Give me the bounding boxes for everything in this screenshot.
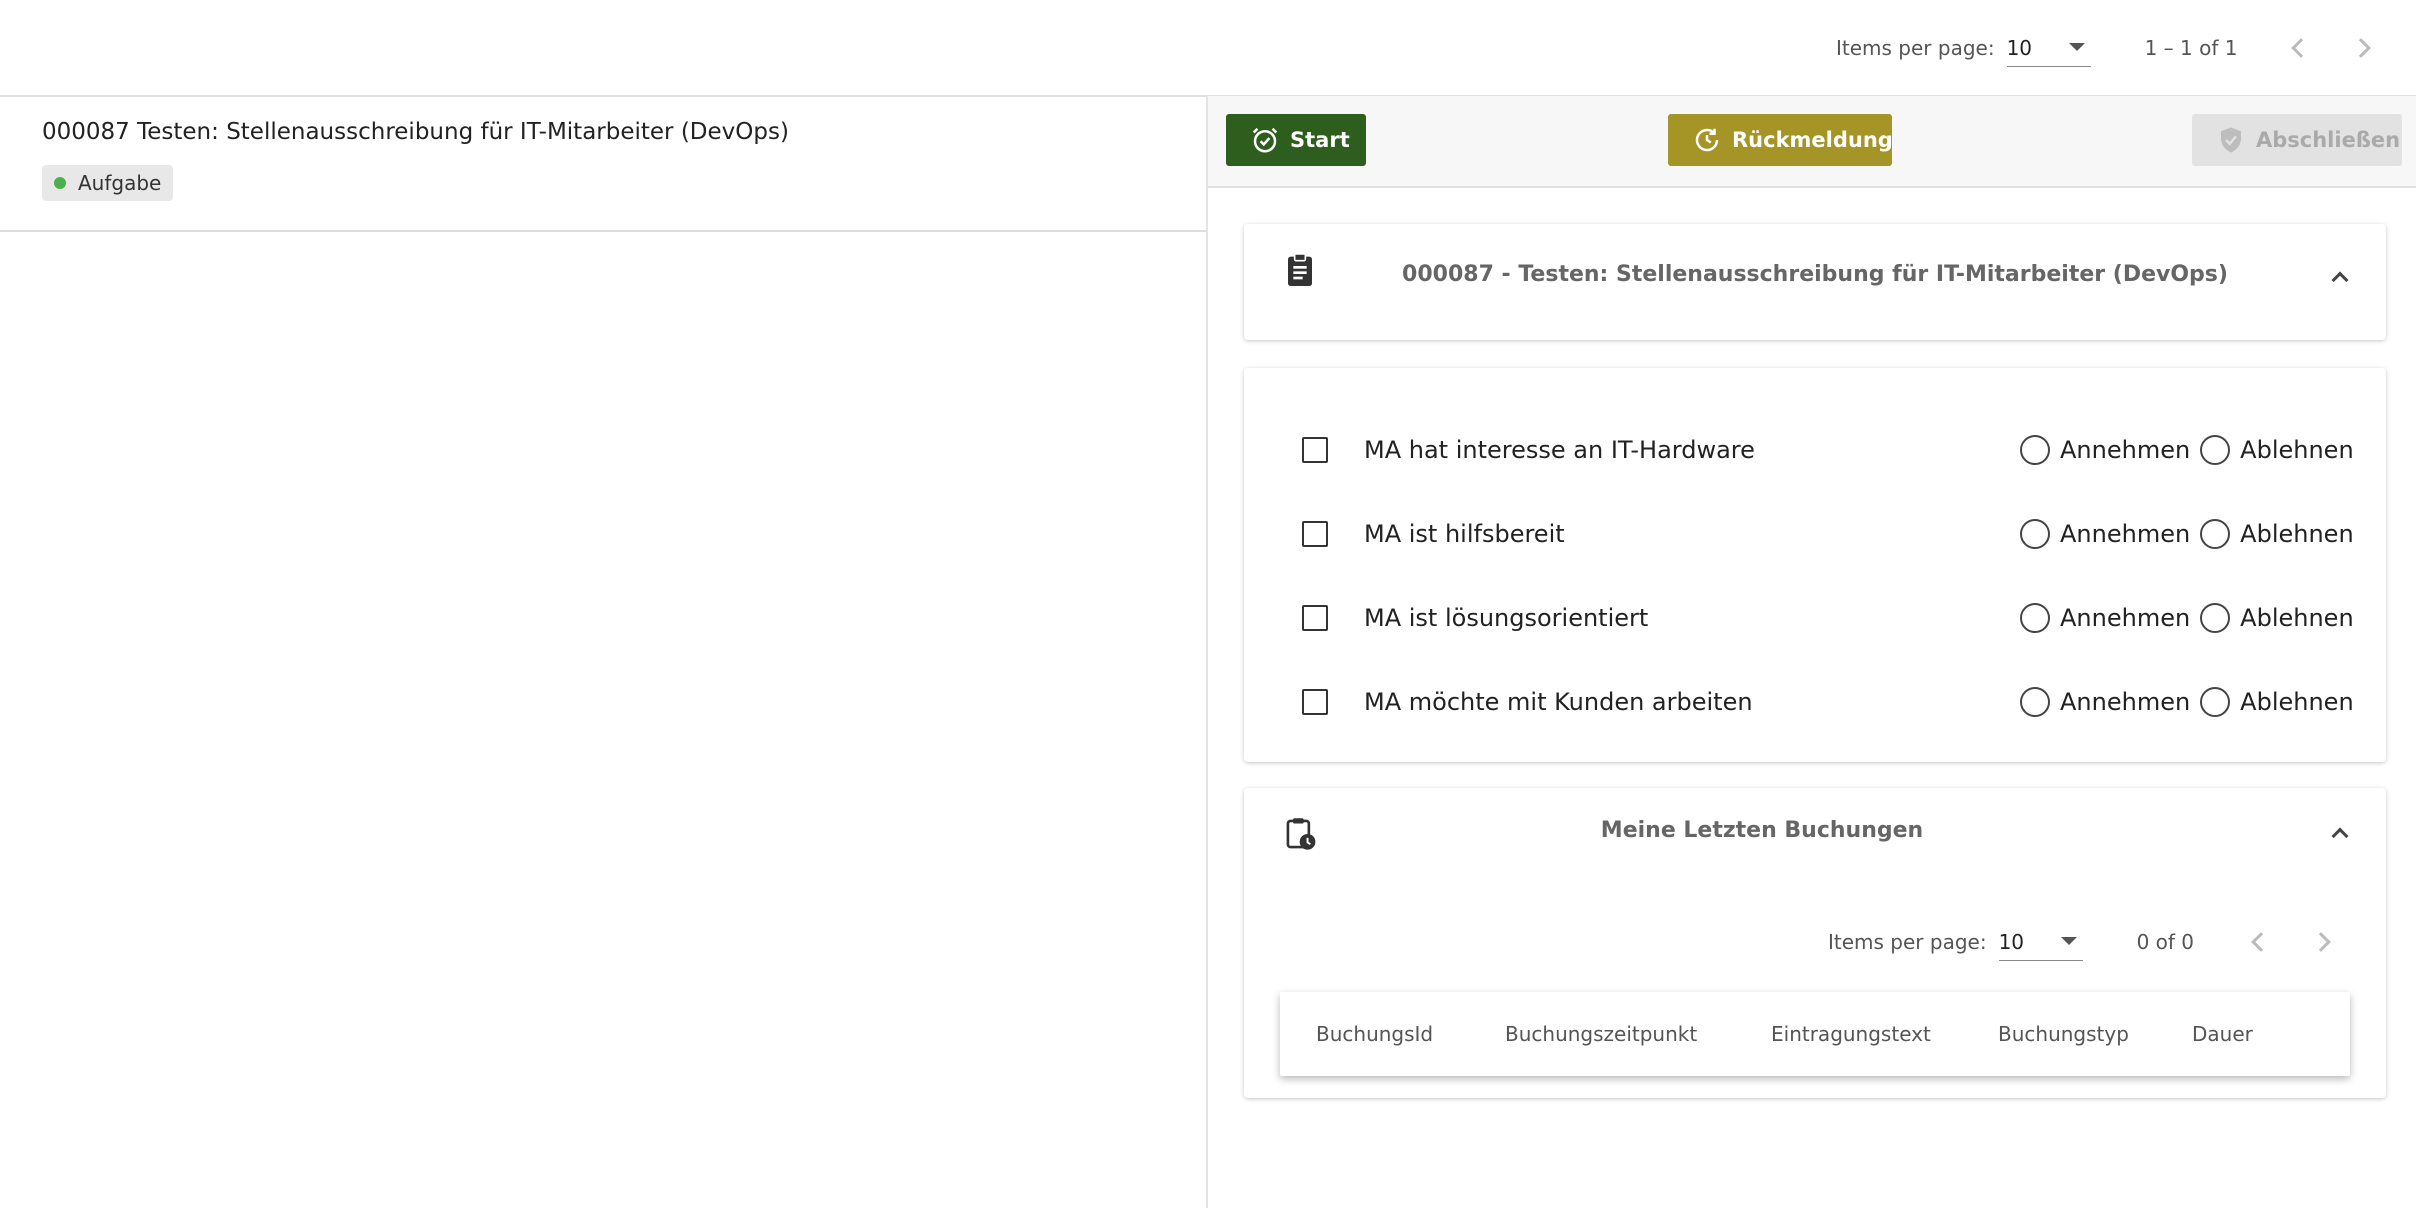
reject-radio-label: Ablehnen	[2240, 436, 2354, 464]
chevron-left-icon	[2290, 38, 2311, 58]
refresh-clock-icon	[1692, 125, 1722, 155]
status-badge: Aufgabe	[42, 165, 174, 201]
bookings-table: BuchungsId Buchungszeitpunkt Eintragungs…	[1280, 992, 2350, 1076]
alarm-clock-check-icon	[1250, 125, 1280, 155]
status-dot-icon	[54, 177, 66, 189]
items-per-page-label: Items per page:	[1828, 930, 1987, 954]
checklist-card: MA hat interesse an IT-Hardware Annehmen…	[1244, 368, 2386, 762]
items-per-page-select[interactable]: 10	[2006, 29, 2091, 67]
checklist-item-label: MA hat interesse an IT-Hardware	[1364, 436, 1755, 464]
reject-radio[interactable]	[2200, 603, 2231, 633]
task-list-panel: 000087 Testen: Stellenausschreibung für …	[0, 96, 1206, 1208]
items-per-page-label: Items per page:	[1836, 36, 1995, 60]
reject-radio-label: Ablehnen	[2240, 688, 2354, 716]
checklist-item: MA ist lösungsorientiert Annehmen Ablehn…	[1244, 588, 2386, 648]
items-per-page-value: 10	[2006, 35, 2033, 60]
finish-button[interactable]: Abschließen	[2192, 114, 2402, 166]
task-list-item[interactable]: 000087 Testen: Stellenausschreibung für …	[0, 96, 1206, 232]
reject-radio[interactable]	[2200, 519, 2231, 549]
chevron-right-icon	[2310, 932, 2331, 952]
accept-radio-label: Annehmen	[2060, 604, 2191, 632]
chevron-left-icon	[2250, 932, 2271, 952]
reject-radio[interactable]	[2200, 687, 2231, 717]
column-header-duration[interactable]: Dauer	[2192, 1022, 2253, 1046]
checklist-checkbox[interactable]	[1302, 605, 1328, 631]
next-page-button[interactable]	[2341, 28, 2381, 68]
previous-page-button[interactable]	[2241, 922, 2281, 962]
top-paginator-bar: Items per page: 10 1 – 1 of 1	[0, 0, 2416, 96]
column-header-booking-id[interactable]: BuchungsId	[1316, 1022, 1433, 1046]
accept-reject-radio-group: Annehmen Ablehnen	[2020, 687, 2354, 717]
task-card-title: 000087 - Testen: Stellenausschreibung fü…	[1402, 262, 2228, 287]
accept-radio-label: Annehmen	[2060, 436, 2191, 464]
reject-radio-label: Ablehnen	[2240, 604, 2354, 632]
accept-radio[interactable]	[2020, 603, 2050, 633]
start-button-label: Start	[1290, 128, 1350, 152]
column-header-booking-type[interactable]: Buchungstyp	[1998, 1022, 2129, 1046]
accept-radio-label: Annehmen	[2060, 688, 2191, 716]
checklist-item: MA hat interesse an IT-Hardware Annehmen…	[1244, 420, 2386, 480]
bookings-card-title: Meine Letzten Buchungen	[1600, 818, 1924, 843]
recent-bookings-card: Meine Letzten Buchungen Items per page: …	[1244, 788, 2386, 1098]
checklist-item-label: MA ist hilfsbereit	[1364, 520, 1565, 548]
chevron-right-icon	[2350, 38, 2371, 58]
chevron-up-icon	[2331, 271, 2349, 289]
accept-radio[interactable]	[2020, 435, 2050, 465]
checklist-checkbox[interactable]	[1302, 437, 1328, 463]
column-header-entry-text[interactable]: Eintragungstext	[1771, 1022, 1931, 1046]
shield-check-icon	[2216, 125, 2246, 155]
feedback-button[interactable]: Rückmeldung	[1668, 114, 1893, 166]
action-toolbar: Start Rückmeldung Abschließen	[1208, 96, 2416, 188]
collapse-task-card-button[interactable]	[2326, 262, 2354, 290]
status-label: Aufgabe	[78, 171, 162, 195]
previous-page-button[interactable]	[2281, 28, 2321, 68]
page-range-label: 0 of 0	[2136, 930, 2195, 954]
chevron-up-icon	[2331, 827, 2349, 845]
reject-radio[interactable]	[2200, 435, 2231, 465]
dropdown-caret-icon	[2068, 43, 2085, 51]
checklist-checkbox[interactable]	[1302, 689, 1328, 715]
top-paginator: Items per page: 10 1 – 1 of 1	[1836, 28, 2381, 68]
page-range-label: 1 – 1 of 1	[2144, 36, 2238, 60]
task-title: 000087 Testen: Stellenausschreibung für …	[42, 119, 789, 145]
bookings-paginator: Items per page: 10 0 of 0	[1828, 922, 2341, 962]
accept-reject-radio-group: Annehmen Ablehnen	[2020, 603, 2354, 633]
next-page-button[interactable]	[2301, 922, 2341, 962]
accept-radio[interactable]	[2020, 519, 2050, 549]
collapse-bookings-card-button[interactable]	[2326, 818, 2354, 846]
accept-reject-radio-group: Annehmen Ablehnen	[2020, 519, 2354, 549]
finish-button-label: Abschließen	[2256, 128, 2401, 152]
feedback-button-label: Rückmeldung	[1732, 128, 1893, 152]
accept-reject-radio-group: Annehmen Ablehnen	[2020, 435, 2354, 465]
items-per-page-select[interactable]: 10	[1998, 923, 2083, 961]
start-button[interactable]: Start	[1226, 114, 1366, 166]
task-detail-panel: Start Rückmeldung Abschließen 000087 - T…	[1208, 96, 2416, 1208]
dropdown-caret-icon	[2060, 937, 2077, 945]
column-header-booking-time[interactable]: Buchungszeitpunkt	[1505, 1022, 1697, 1046]
items-per-page-value: 10	[1998, 929, 2025, 954]
checklist-item: MA ist hilfsbereit Annehmen Ablehnen	[1244, 504, 2386, 564]
checklist-checkbox[interactable]	[1302, 521, 1328, 547]
accept-radio-label: Annehmen	[2060, 520, 2191, 548]
reject-radio-label: Ablehnen	[2240, 520, 2354, 548]
checklist-item-label: MA ist lösungsorientiert	[1364, 604, 1649, 632]
accept-radio[interactable]	[2020, 687, 2050, 717]
checklist-item-label: MA möchte mit Kunden arbeiten	[1364, 688, 1753, 716]
checklist-item: MA möchte mit Kunden arbeiten Annehmen A…	[1244, 672, 2386, 732]
task-info-card: 000087 - Testen: Stellenausschreibung fü…	[1244, 224, 2386, 340]
